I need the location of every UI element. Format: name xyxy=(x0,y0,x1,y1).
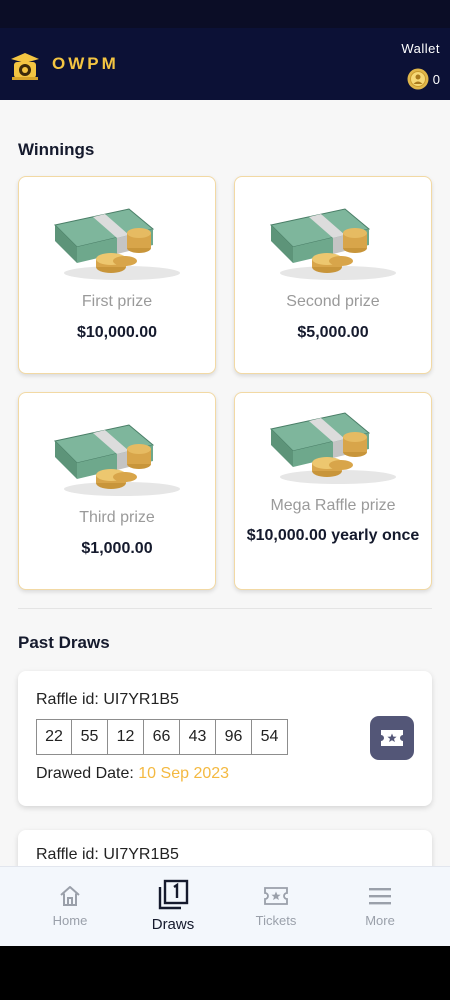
brand-name: OWPM xyxy=(52,54,119,73)
draw-number: 12 xyxy=(108,719,144,755)
nav-tickets[interactable]: Tickets xyxy=(220,867,332,947)
prize-amount: $1,000.00 xyxy=(81,540,153,557)
draw-date: Drawed Date: 10 Sep 2023 xyxy=(36,765,229,783)
draw-card[interactable]: Raffle id: UI7YR1B5 22 55 12 66 43 96 54… xyxy=(18,671,432,806)
money-stack-icon xyxy=(269,208,396,280)
section-divider xyxy=(18,608,432,609)
draw-number: 43 xyxy=(180,719,216,755)
draw-card[interactable]: Raffle id: UI7YR1B5 xyxy=(18,830,432,866)
wallet-amount: 0 xyxy=(432,71,440,87)
past-draws-title: Past Draws xyxy=(18,633,110,652)
raffle-id: Raffle id: UI7YR1B5 xyxy=(36,846,179,864)
nav-more[interactable]: More xyxy=(324,867,436,947)
draw-number: 96 xyxy=(216,719,252,755)
money-stack-icon xyxy=(53,424,180,496)
wallet-label[interactable]: Wallet xyxy=(401,41,440,56)
main-content[interactable]: Winnings First prize $10,000.00 Second p… xyxy=(0,100,450,866)
draw-number: 66 xyxy=(144,719,180,755)
coin-icon xyxy=(407,68,429,90)
prize-name: Third prize xyxy=(79,509,155,526)
prize-name: First prize xyxy=(81,293,153,310)
nav-label: Home xyxy=(52,913,88,928)
nav-home[interactable]: Home xyxy=(14,867,126,947)
wallet-balance[interactable]: 0 xyxy=(407,68,440,90)
raffle-id: Raffle id: UI7YR1B5 xyxy=(36,691,179,709)
prize-card-second[interactable]: Second prize $5,000.00 xyxy=(234,176,432,374)
prize-card-third[interactable]: Third prize $1,000.00 xyxy=(18,392,216,590)
raffle-id-label: Raffle id: xyxy=(36,846,99,863)
money-stack-icon xyxy=(53,208,180,280)
prize-amount: $10,000.00 xyxy=(76,324,158,341)
raffle-id-value: UI7YR1B5 xyxy=(103,691,179,708)
raffle-id-label: Raffle id: xyxy=(36,691,99,708)
prize-name: Mega Raffle prize xyxy=(270,497,396,514)
bottom-nav: Home Draws Tickets More xyxy=(0,866,450,946)
winnings-title: Winnings xyxy=(18,140,95,159)
draw-number: 54 xyxy=(252,719,288,755)
nav-draws[interactable]: Draws xyxy=(117,867,229,947)
home-icon xyxy=(60,886,80,906)
nav-label: More xyxy=(365,913,395,928)
system-nav-bar xyxy=(0,946,450,1000)
prize-amount: $5,000.00 xyxy=(297,324,369,341)
ticket-icon xyxy=(381,730,403,746)
prize-card-mega[interactable]: Mega Raffle prize $10,000.00 yearly once xyxy=(234,392,432,590)
draw-number: 22 xyxy=(36,719,72,755)
draw-date-value: 10 Sep 2023 xyxy=(138,765,230,782)
money-stack-icon xyxy=(269,412,396,484)
prize-card-first[interactable]: First prize $10,000.00 xyxy=(18,176,216,374)
logo-icon xyxy=(11,53,39,80)
nav-label: Draws xyxy=(151,916,195,933)
raffle-id-value: UI7YR1B5 xyxy=(103,846,179,863)
view-ticket-button[interactable] xyxy=(370,716,414,760)
app-header: OWPM Wallet 0 xyxy=(0,28,450,100)
draw-number: 55 xyxy=(72,719,108,755)
ticket-icon xyxy=(264,887,288,905)
menu-icon xyxy=(369,888,391,905)
draw-numbers: 22 55 12 66 43 96 54 xyxy=(36,719,288,755)
status-bar xyxy=(0,0,450,28)
prize-name: Second prize xyxy=(286,293,380,310)
prize-amount: $10,000.00 yearly once xyxy=(246,527,420,544)
draws-icon xyxy=(158,879,189,910)
nav-label: Tickets xyxy=(255,913,297,928)
draw-date-label: Drawed Date: xyxy=(36,765,134,782)
